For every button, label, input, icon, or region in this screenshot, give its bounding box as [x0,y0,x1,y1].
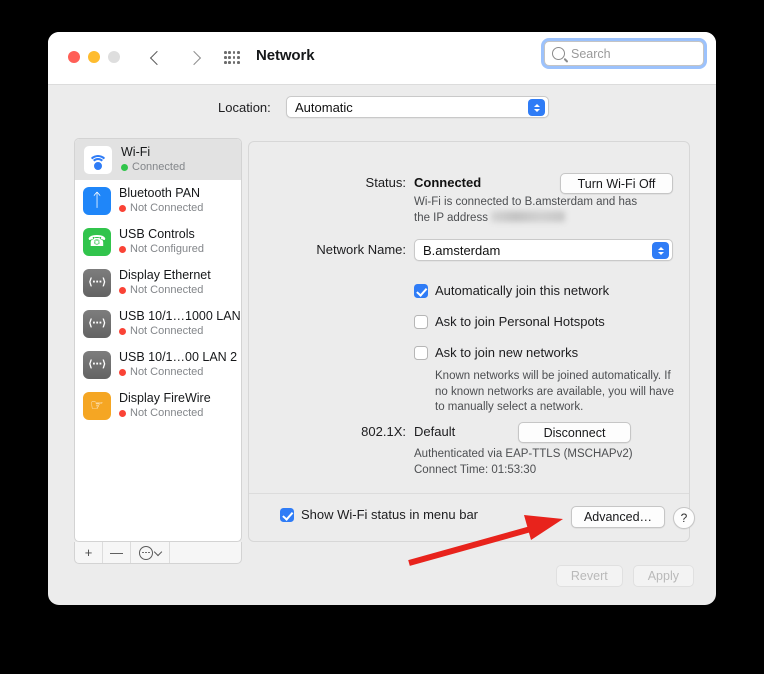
dot1x-details: Authenticated via EAP-TTLS (MSCHAPv2) Co… [414,448,633,476]
panel-footer: Show Wi-Fi status in menu bar Advanced… … [249,493,695,541]
turn-wifi-off-button[interactable]: Turn Wi-Fi Off [560,173,673,194]
sidebar-item-usb-lan-2[interactable]: ⟨⋯⟩ USB 10/1…00 LAN 2 Not Connected [75,344,241,385]
sidebar-item-label: USB 10/1…00 LAN 2 [119,350,238,365]
search-field[interactable]: Search [544,41,704,66]
sidebar-item-status: Not Connected [119,366,237,379]
sidebar-item-label: Display Ethernet [119,268,211,283]
status-description: Wi-Fi is connected to B.amsterdam and ha… [414,196,638,224]
sidebar-item-usb-controls[interactable]: ☎ USB Controls Not Configured [75,221,241,262]
sidebar-item-display-firewire[interactable]: ☞ Display FireWire Not Connected [75,385,241,426]
ethernet-icon: ⟨⋯⟩ [83,309,111,338]
redacted-ip-address [491,210,566,222]
checkbox-indicator [414,345,428,360]
forward-button[interactable] [183,45,205,71]
status-dot-icon [119,368,126,376]
window-titlebar: Network Search [48,32,716,85]
checkbox-indicator [414,314,428,329]
network-name-value: B.amsterdam [423,242,501,258]
network-name-select[interactable]: B.amsterdam [414,239,673,261]
location-row: Location: Automatic [48,92,716,122]
wifi-icon [83,144,113,175]
checkbox-new-networks[interactable]: Ask to join new networks [414,345,578,360]
ethernet-icon: ⟨⋯⟩ [83,350,111,379]
search-placeholder: Search [571,46,611,61]
chevron-updown-icon [528,99,545,116]
close-window-button[interactable] [68,51,80,63]
location-select[interactable]: Automatic [286,96,549,118]
checkbox-personal-hotspots[interactable]: Ask to join Personal Hotspots [414,314,605,329]
checkbox-auto-join[interactable]: Automatically join this network [414,283,609,298]
sidebar-item-wi-fi[interactable]: Wi-Fi Connected [75,139,241,180]
sidebar-item-label: Bluetooth PAN [119,186,201,201]
status-dot-icon [121,163,128,171]
disconnect-button[interactable]: Disconnect [518,422,631,443]
dot1x-value: Default [414,424,456,439]
sidebar-item-status: Not Connected [119,202,203,215]
help-button[interactable]: ? [673,507,695,529]
sidebar-item-status: Not Connected [119,407,211,420]
status-row: Status: Connected Turn Wi-Fi Off [261,173,679,194]
status-value: Connected [414,175,482,190]
chevron-down-icon [153,547,163,556]
search-icon [552,47,565,60]
ethernet-icon: ⟨⋯⟩ [83,268,111,297]
chevron-left-icon [149,50,165,66]
sidebar-item-label: USB 10/1…1000 LAN [119,309,241,324]
actions-gear-icon [139,545,153,560]
chevron-updown-icon [652,242,669,259]
status-dot-icon [119,327,126,335]
back-button[interactable] [146,45,168,71]
sidebar-item-label: Display FireWire [119,391,211,406]
status-dot-icon [119,245,126,253]
checkbox-indicator [280,507,294,522]
zoom-window-button[interactable] [108,51,120,63]
sidebar-item-bluetooth-pan[interactable]: ᛏ Bluetooth PAN Not Connected [75,180,241,221]
add-service-button[interactable]: + [75,542,103,563]
advanced-button[interactable]: Advanced… [571,506,665,528]
sidebar-item-status: Not Connected [119,325,241,338]
sidebar-item-status: Connected [121,161,185,174]
checkbox-show-status-menu-bar[interactable]: Show Wi-Fi status in menu bar [280,507,478,522]
revert-button[interactable]: Revert [555,565,623,587]
sidebar-item-status: Not Connected [119,284,211,297]
show-all-grid-icon[interactable] [224,51,240,65]
firewire-icon: ☞ [83,391,111,420]
chevron-right-icon [186,50,202,66]
network-name-label: Network Name: [316,242,406,257]
service-actions-button[interactable] [131,542,170,563]
page-title: Network [256,47,315,64]
network-preferences-window: Network Search Location: Automatic Wi-Fi [48,32,716,605]
dot1x-row: 802.1X: Default Disconnect [261,422,679,443]
minimize-window-button[interactable] [88,51,100,63]
bluetooth-icon: ᛏ [83,186,111,215]
traffic-lights [68,51,120,63]
wifi-settings-panel: Status: Connected Turn Wi-Fi Off Wi-Fi i… [248,141,695,542]
window-action-buttons: Revert Apply [555,565,694,587]
sidebar-item-usb-lan-1[interactable]: ⟨⋯⟩ USB 10/1…1000 LAN Not Connected [75,303,241,344]
location-label: Location: [218,99,271,115]
sidebar-item-display-ethernet[interactable]: ⟨⋯⟩ Display Ethernet Not Connected [75,262,241,303]
networks-help-text: Known networks will be joined automatica… [435,370,675,414]
network-services-list[interactable]: Wi-Fi Connected ᛏ Bluetooth PAN Not Conn… [74,138,242,542]
sidebar-item-label: USB Controls [119,227,195,242]
location-value: Automatic [295,99,353,115]
apply-button[interactable]: Apply [632,565,694,587]
services-toolbar: + — [74,542,242,564]
status-dot-icon [119,204,126,212]
remove-service-button[interactable]: — [103,542,131,563]
sidebar-item-status: Not Configured [119,243,204,256]
usb-controls-icon: ☎ [83,227,111,256]
sidebar-item-label: Wi-Fi [121,145,151,160]
checkbox-indicator [414,283,428,298]
status-dot-icon [119,286,126,294]
network-name-row: Network Name: B.amsterdam [261,239,679,261]
status-dot-icon [119,409,126,417]
status-label: Status: [365,175,406,190]
dot1x-label: 802.1X: [361,424,406,439]
